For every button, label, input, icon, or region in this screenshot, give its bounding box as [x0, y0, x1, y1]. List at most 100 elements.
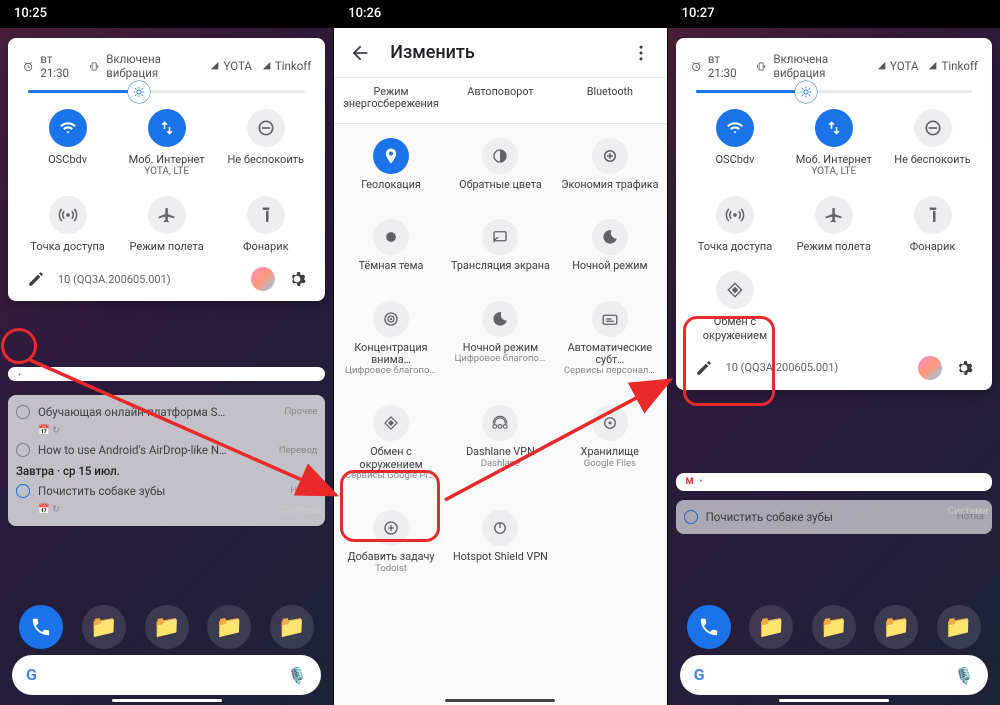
- qs-tile-data[interactable]: Моб. Интернет YOTA, LTE: [117, 99, 216, 186]
- qs-tile-wifi[interactable]: OSCbdv: [686, 99, 785, 186]
- edit-tile-location[interactable]: Геолокация: [336, 130, 445, 199]
- folder-icon[interactable]: 📁: [207, 605, 251, 649]
- edit-tile-focus[interactable]: Концентрация внима… Цифровое благопол…: [336, 293, 445, 386]
- google-search-bar[interactable]: G 🎙️: [12, 655, 321, 695]
- folder-icon[interactable]: 📁: [749, 605, 793, 649]
- assistant-icon[interactable]: 🎙️: [287, 666, 307, 685]
- tile-label: Обмен с окружением: [338, 446, 443, 471]
- folder-icon[interactable]: 📁: [82, 605, 126, 649]
- todo-widget[interactable]: Почистить собаке зубыНотка: [676, 500, 992, 534]
- qs-tile-dnd[interactable]: Не беспокоить: [216, 99, 315, 186]
- flashlight-icon: [923, 205, 943, 225]
- assistant-icon[interactable]: 🎙️: [954, 666, 974, 685]
- edit-tile-storage[interactable]: Хранилище Google Files: [555, 397, 664, 490]
- qs-tile-flashlight[interactable]: Фонарик: [216, 186, 315, 261]
- edit-tiles-page: Изменить Режим энергосбереженияАвтоповор…: [334, 28, 666, 705]
- tile-sublabel: Google Files: [584, 459, 636, 470]
- alarm-icon: [22, 60, 34, 73]
- tile-label: Точка доступа: [30, 240, 105, 253]
- google-search-bar[interactable]: G 🎙️: [680, 655, 988, 695]
- status-bar: 10:27: [668, 0, 1000, 28]
- airplane-icon: [157, 205, 177, 225]
- folder-icon[interactable]: 📁: [812, 605, 856, 649]
- system-folder-label: Система: [281, 505, 321, 516]
- carrier-1: YOTA: [877, 59, 918, 73]
- brightness-slider[interactable]: [686, 90, 982, 99]
- qs-tiles-grid: OSCbdv Моб. Интернет YOTA, LTE Не беспок…: [18, 99, 315, 261]
- qs-tile-hotspot[interactable]: Точка доступа: [18, 186, 117, 261]
- edit-tile-datasaver[interactable]: Экономия трафика: [555, 130, 664, 199]
- qs-tile-airplane[interactable]: Режим полета: [784, 186, 883, 261]
- brightness-slider[interactable]: [18, 90, 315, 99]
- edit-tile-cast[interactable]: Трансляция экрана: [446, 211, 555, 280]
- nav-handle[interactable]: [112, 699, 222, 703]
- alarm-text: вт 21:30: [708, 52, 749, 80]
- qs-tile-flashlight[interactable]: Фонарик: [883, 186, 982, 261]
- tile-label: Трансляция экрана: [451, 260, 550, 272]
- todo-widget[interactable]: Обучающая онлайн-платформа S…Прочее 📅 ↻ …: [8, 395, 325, 526]
- task-text: Почистить собаке зубы: [38, 484, 282, 498]
- folder-icon[interactable]: 📁: [937, 605, 981, 649]
- edit-tile-power[interactable]: Hotspot Shield VPN: [446, 502, 555, 582]
- tile-label: Моб. Интернет: [129, 153, 205, 166]
- phone-app-icon[interactable]: [687, 605, 731, 649]
- signal-icon: [928, 61, 938, 71]
- tile-sublabel: YOTA, LTE: [811, 166, 856, 178]
- notification-gmail[interactable]: M •: [676, 473, 992, 491]
- page-title: Изменить: [390, 42, 610, 63]
- edit-tile-invert[interactable]: Обратные цвета: [446, 130, 555, 199]
- tile-label: Фонарик: [243, 240, 289, 253]
- task-inbox: Прочее: [285, 406, 318, 418]
- qs-tile-airplane[interactable]: Режим полета: [117, 186, 216, 261]
- notification-collapsed[interactable]: •: [8, 367, 325, 381]
- edit-tile-nearby[interactable]: Обмен с окружением Сервисы Google Pla…: [336, 397, 445, 490]
- status-bar: 10:25: [0, 0, 333, 28]
- vibration-icon: [88, 60, 100, 73]
- quick-settings-panel: вт 21:30 Включена вибрация YOTA Tinkoff …: [8, 38, 325, 301]
- edit-button[interactable]: [24, 267, 48, 291]
- qs-tile-hotspot[interactable]: Точка доступа: [686, 186, 785, 261]
- caption-icon: [601, 310, 619, 328]
- dnd-icon: [923, 118, 943, 138]
- edit-tile-add[interactable]: Добавить задачу Todoist: [336, 502, 445, 582]
- edit-button[interactable]: [692, 356, 716, 380]
- settings-button[interactable]: [285, 267, 309, 291]
- nav-handle[interactable]: [445, 699, 555, 703]
- edit-top-label[interactable]: Автоповорот: [446, 84, 555, 113]
- folder-icon[interactable]: 📁: [145, 605, 189, 649]
- edit-tile-night[interactable]: Ночной режим: [555, 211, 664, 280]
- storage-icon: [601, 414, 619, 432]
- dnd-icon: [256, 118, 276, 138]
- qs-tile-wifi[interactable]: OSCbdv: [18, 99, 117, 186]
- edit-tile-caption[interactable]: Автоматические субт… Сервисы персонализ…: [555, 293, 664, 386]
- qs-tile-nearby-share[interactable]: Обмен с окружением: [686, 261, 785, 349]
- nav-handle[interactable]: [779, 699, 889, 703]
- edit-tile-dark[interactable]: Тёмная тема: [336, 211, 445, 280]
- tile-label: Обмен с окружением: [700, 315, 770, 341]
- tile-sublabel: Цифровое благопол…: [345, 366, 437, 377]
- google-icon: G: [26, 665, 37, 685]
- back-button[interactable]: [348, 41, 372, 65]
- google-icon: G: [694, 665, 705, 685]
- tile-label: Dashlane VPN: [466, 446, 535, 458]
- edit-top-label[interactable]: Режим энергосбережения: [336, 84, 445, 113]
- folder-icon[interactable]: 📁: [270, 605, 314, 649]
- settings-button[interactable]: [952, 356, 976, 380]
- tile-label: Режим полета: [797, 240, 871, 253]
- edit-top-label[interactable]: Bluetooth: [555, 84, 664, 113]
- edit-tile-night2[interactable]: Ночной режим Цифровое благопол…: [446, 293, 555, 386]
- wifi-icon: [725, 118, 745, 138]
- edit-tile-vpn[interactable]: Dashlane VPN Dashlane: [446, 397, 555, 490]
- qs-tile-dnd[interactable]: Не беспокоить: [883, 99, 982, 186]
- more-button[interactable]: [629, 41, 653, 65]
- user-avatar[interactable]: [918, 356, 942, 380]
- user-avatar[interactable]: [251, 267, 275, 291]
- dock: 📁 📁 📁 📁: [0, 605, 333, 649]
- task-text: Обучающая онлайн-платформа S…: [38, 405, 277, 419]
- tile-label: Концентрация внима…: [338, 342, 443, 367]
- airplane-icon: [824, 205, 844, 225]
- folder-icon[interactable]: 📁: [874, 605, 918, 649]
- qs-tile-data[interactable]: Моб. Интернет YOTA, LTE: [784, 99, 883, 186]
- phone-app-icon[interactable]: [19, 605, 63, 649]
- power-icon: [491, 519, 509, 537]
